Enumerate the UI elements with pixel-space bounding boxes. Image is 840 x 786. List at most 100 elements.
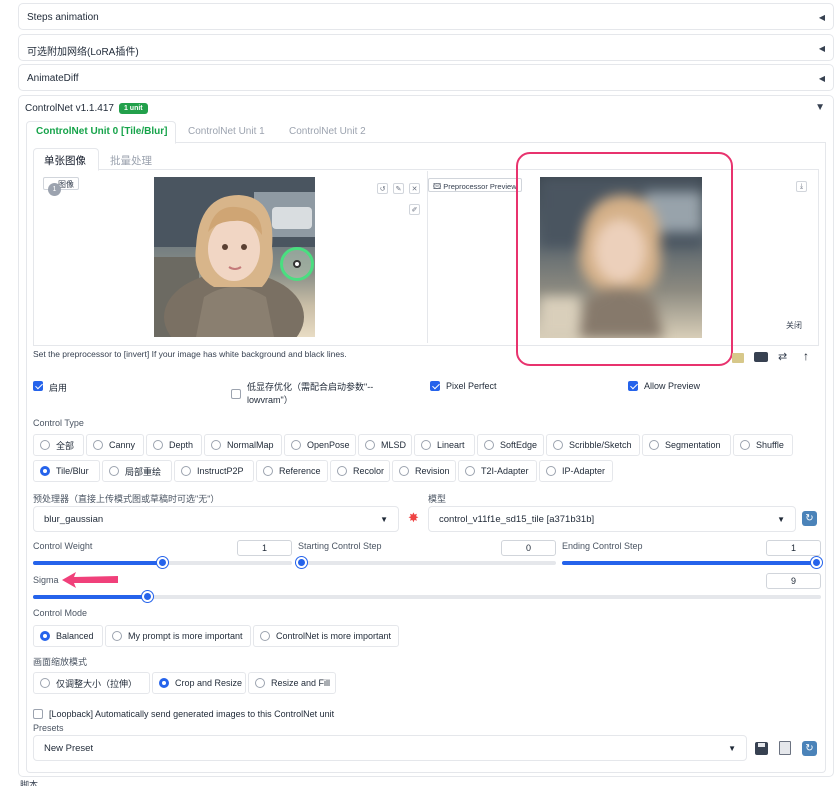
end-step-thumb[interactable] [811,557,822,568]
collapse-left-icon: ◀ [818,44,825,53]
tab-unit-0[interactable]: ControlNet Unit 0 [Tile/Blur] [36,126,167,137]
save-preset-icon[interactable] [755,742,768,755]
collapse-down-icon[interactable]: ▼ [815,102,825,113]
presets-value: New Preset [44,742,94,754]
radio-icon [260,631,270,641]
radio-selected-icon [159,678,169,688]
control-type-normalmap[interactable]: NormalMap [204,434,282,456]
radio-icon [421,440,431,450]
collapse-left-icon: ◀ [818,13,825,22]
run-preprocessor-icon[interactable]: ✸ [408,510,419,526]
close-preview-button[interactable]: 关闭 [786,320,802,331]
radio-icon [546,466,556,476]
preprocessor-select[interactable]: blur_gaussian ▼ [33,506,399,532]
control-type-depth[interactable]: Depth [146,434,202,456]
radio-icon [109,466,119,476]
control-type-shuffle[interactable]: Shuffle [733,434,793,456]
delete-preset-icon[interactable] [779,741,791,755]
control-type-openpose[interactable]: OpenPose [284,434,356,456]
control-type-softedge[interactable]: SoftEdge [477,434,544,456]
resize-mode-crop-resize[interactable]: Crop and Resize [152,672,246,694]
control-mode-balanced[interactable]: Balanced [33,625,103,647]
swap-icon[interactable]: ⇄ [778,350,787,363]
model-select[interactable]: control_v11f1e_sd15_tile [a371b31b] ▼ [428,506,796,532]
download-icon[interactable]: ⤓ [796,181,807,192]
control-type-instructp2p[interactable]: InstructP2P [174,460,254,482]
image-count-text: 1 [52,186,57,193]
radio-icon [112,631,122,641]
preprocessor-preview-label: 🖾 Preprocessor Preview [428,178,522,192]
preprocessor-label: 预处理器（直接上传模式图或草稿时可选"无"） [33,494,220,504]
presets-select[interactable]: New Preset ▼ [33,735,747,761]
dropdown-arrow-icon: ▼ [380,515,388,524]
enable-checkbox[interactable] [33,381,43,391]
accordion-steps-animation[interactable]: Steps animation ◀ [18,3,834,30]
low-vram-label: 低显存优化（需配合启动参数"--lowvram"） [247,382,374,405]
tab-batch[interactable]: 批量处理 [110,153,152,168]
control-type-mlsd[interactable]: MLSD [358,434,412,456]
camera-icon[interactable] [754,352,768,362]
refresh-presets-icon[interactable]: ↻ [802,741,817,756]
loopback-checkbox[interactable] [33,709,43,719]
accordion-title: 可选附加网络(LoRA插件) [27,47,139,58]
close-icon[interactable]: ✕ [409,183,420,194]
control-mode-label: Control Mode [33,608,88,618]
accordion-animatediff[interactable]: AnimateDiff ◀ [18,64,834,91]
control-type-scribble[interactable]: Scribble/Sketch [546,434,640,456]
accordion-lora[interactable]: 可选附加网络(LoRA插件) ◀ [18,34,834,61]
resize-mode-resize-fill[interactable]: Resize and Fill [248,672,336,694]
control-mode-prompt[interactable]: My prompt is more important [105,625,251,647]
tab-single-image[interactable]: 单张图像 [44,153,86,168]
control-type-all[interactable]: 全部 [33,434,84,456]
start-step-slider[interactable] [298,561,556,565]
sigma-input[interactable]: 9 [766,573,821,589]
control-type-ip-adapter[interactable]: IP-Adapter [539,460,613,482]
start-step-input[interactable]: 0 [501,540,556,556]
control-mode-controlnet[interactable]: ControlNet is more important [253,625,399,647]
radio-icon [181,466,191,476]
edit-pencil-icon[interactable] [732,353,744,363]
control-weight-input[interactable]: 1 [237,540,292,556]
control-type-segmentation[interactable]: Segmentation [642,434,731,456]
allow-preview-checkbox[interactable] [628,381,638,391]
start-step-thumb[interactable] [296,557,307,568]
tab-unit-2[interactable]: ControlNet Unit 2 [289,126,366,137]
send-up-icon[interactable]: ↑ [803,349,809,363]
controlnet-header[interactable]: ControlNet v1.1.417 1 unit [25,103,148,114]
radio-icon [40,440,50,450]
loopback-label: [Loopback] Automatically send generated … [49,709,335,719]
control-weight-thumb[interactable] [157,557,168,568]
control-type-label: Control Type [33,418,84,428]
control-type-reference[interactable]: Reference [256,460,328,482]
radio-icon [484,440,494,450]
edit-icon[interactable]: ✐ [409,204,420,215]
radio-icon [740,440,750,450]
control-weight-label: Control Weight [33,541,93,551]
resize-mode-just-resize[interactable]: 仅调整大小（拉伸） [33,672,150,694]
control-type-canny[interactable]: Canny [86,434,144,456]
pixel-perfect-checkbox[interactable] [430,381,440,391]
low-vram-checkbox[interactable] [231,389,241,399]
undo-icon[interactable]: ↺ [377,183,388,194]
control-type-tile-blur[interactable]: Tile/Blur [33,460,100,482]
control-type-inpaint[interactable]: 局部重绘 [102,460,172,482]
radio-icon [553,440,563,450]
control-type-lineart[interactable]: Lineart [414,434,475,456]
end-step-input[interactable]: 1 [766,540,821,556]
pixel-perfect-label: Pixel Perfect [446,381,497,391]
control-type-revision[interactable]: Revision [392,460,456,482]
control-type-t2i-adapter[interactable]: T2I-Adapter [458,460,537,482]
source-image [154,177,315,337]
brush-icon[interactable]: ✎ [393,183,404,194]
sigma-thumb[interactable] [142,591,153,602]
tab-unit-1[interactable]: ControlNet Unit 1 [188,126,265,137]
enable-label: 启用 [49,383,68,393]
radio-icon [263,466,273,476]
preview-label-text: Preprocessor Preview [443,182,517,191]
radio-icon [291,440,301,450]
refresh-models-icon[interactable]: ↻ [802,511,817,526]
model-value: control_v11f1e_sd15_tile [a371b31b] [439,513,595,525]
model-label: 模型 [428,494,447,504]
control-type-recolor[interactable]: Recolor [330,460,390,482]
end-step-fill [562,561,818,565]
